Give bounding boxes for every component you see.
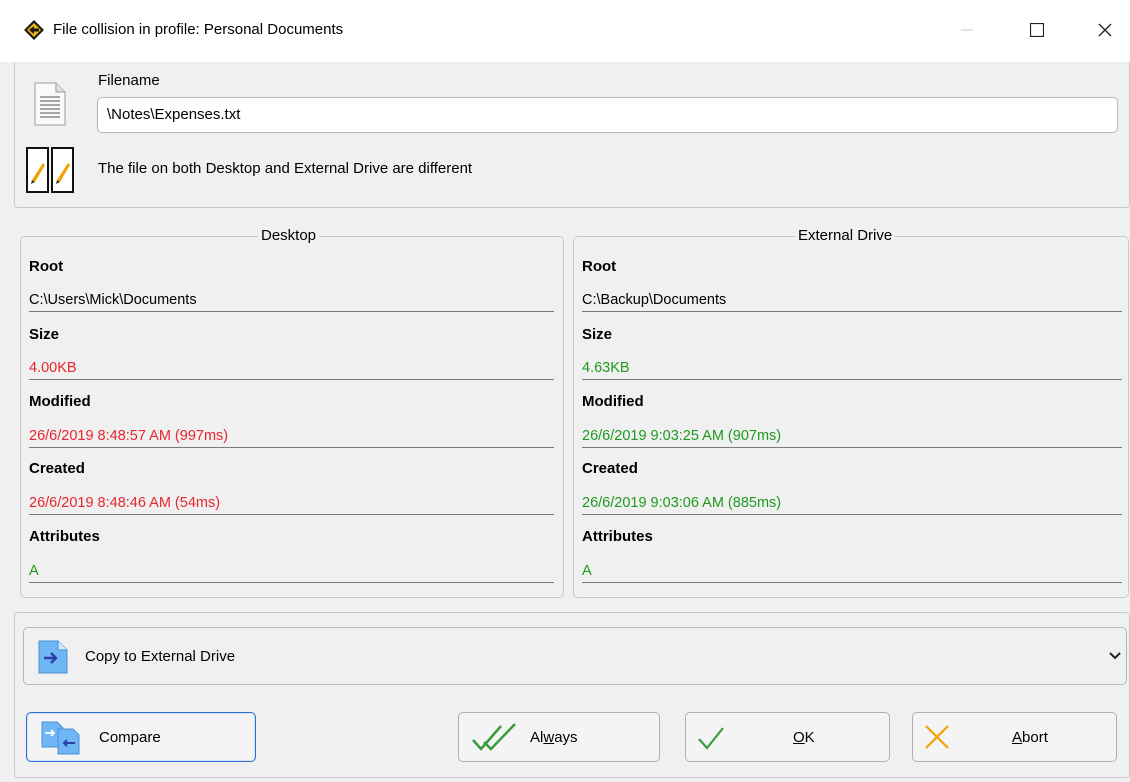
title-bar: File collision in profile: Personal Docu… [0,0,1130,62]
document-icon [34,82,66,126]
external-group-title: External Drive [795,227,896,244]
external-size-label: Size [582,326,613,343]
ok-button-label: OK [793,729,815,746]
both-modified-icon [26,147,74,193]
desktop-created-value: 26/6/2019 8:48:46 AM (54ms) [29,495,554,515]
window-title: File collision in profile: Personal Docu… [53,21,344,38]
desktop-group-title: Desktop [258,227,320,244]
chevron-down-icon [1109,652,1121,660]
cross-icon [925,725,949,749]
ok-button[interactable]: OK [685,712,890,762]
minimize-icon [961,29,973,31]
filename-field[interactable]: \Notes\Expenses.txt [97,97,1118,133]
desktop-size-label: Size [29,326,60,343]
external-size-value: 4.63KB [582,360,1122,380]
desktop-group: Desktop Root C:\Users\Mick\Documents Siz… [20,227,564,598]
external-drive-group: External Drive Root C:\Backup\Documents … [573,227,1129,598]
desktop-root-label: Root [29,258,64,275]
difference-message: The file on both Desktop and External Dr… [98,160,473,177]
double-check-icon [472,723,516,751]
external-root-value: C:\Backup\Documents [582,292,1122,312]
close-icon [1098,23,1112,37]
compare-files-icon [41,721,80,755]
close-button[interactable] [1082,10,1128,50]
external-attributes-label: Attributes [582,528,653,545]
external-root-label: Root [582,258,617,275]
always-button-label: Always [530,729,578,746]
maximize-button[interactable] [1014,10,1060,50]
filename-label: Filename [98,72,160,89]
external-created-label: Created [582,460,638,477]
desktop-attributes-label: Attributes [29,528,100,545]
check-icon [698,727,724,750]
abort-button[interactable]: Abort [912,712,1117,762]
copy-right-icon [38,640,68,674]
desktop-size-value: 4.00KB [29,360,554,380]
external-created-value: 26/6/2019 9:03:06 AM (885ms) [582,495,1122,515]
maximize-icon [1030,23,1044,37]
desktop-attributes-value: A [29,563,554,583]
action-selected-value: Copy to External Drive [85,648,236,665]
action-dropdown[interactable]: Copy to External Drive [23,627,1127,685]
desktop-modified-value: 26/6/2019 8:48:57 AM (997ms) [29,428,554,448]
sync-app-icon [24,20,44,40]
external-modified-label: Modified [582,393,644,410]
desktop-created-label: Created [29,460,85,477]
desktop-root-value: C:\Users\Mick\Documents [29,292,554,312]
compare-button[interactable]: Compare [26,712,256,762]
external-attributes-value: A [582,563,1122,583]
desktop-modified-label: Modified [29,393,91,410]
abort-button-label: Abort [1012,729,1048,746]
external-modified-value: 26/6/2019 9:03:25 AM (907ms) [582,428,1122,448]
compare-button-label: Compare [99,729,161,746]
always-button[interactable]: Always [458,712,660,762]
minimize-button[interactable] [944,10,990,50]
file-info-panel [14,62,1130,208]
